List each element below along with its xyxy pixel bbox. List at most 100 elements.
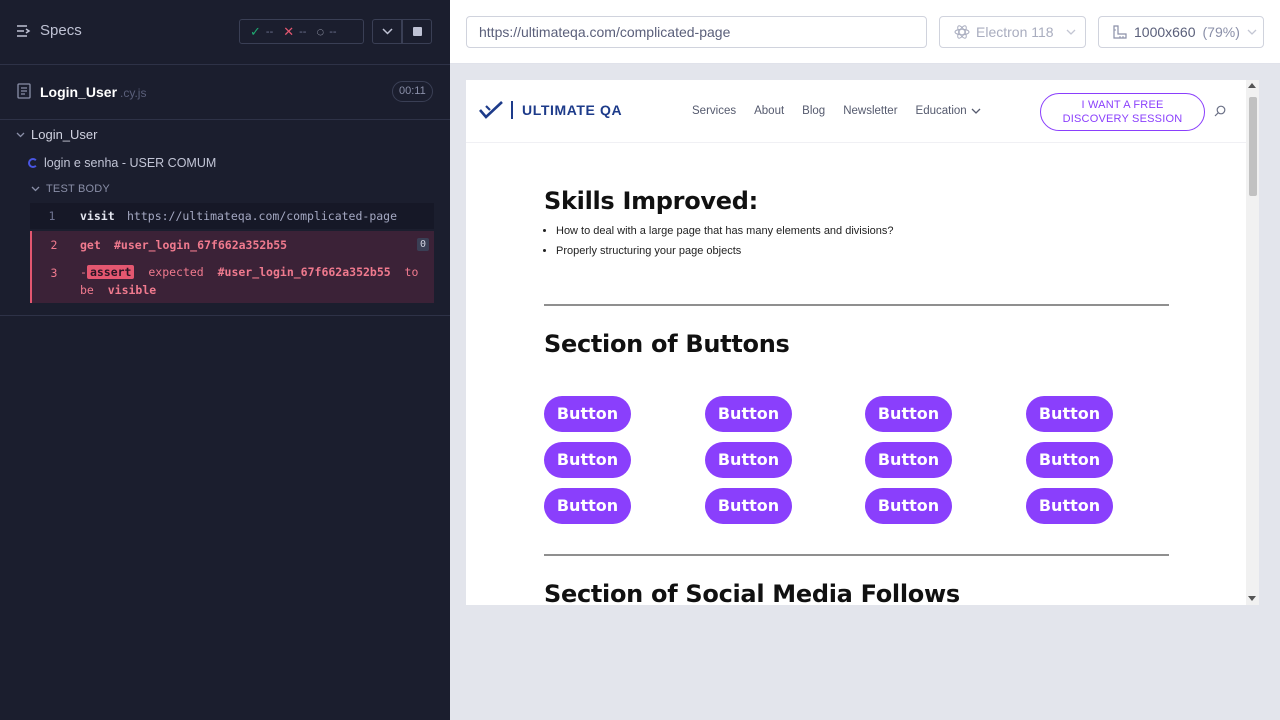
test-body-toggle[interactable]: TEST BODY (31, 183, 110, 195)
expand-button[interactable] (372, 19, 402, 44)
command-assert[interactable]: 3 - assert expected #user_login_67f662a35… (30, 259, 434, 303)
site-logo[interactable]: ULTIMATE QA (478, 100, 622, 120)
nav-blog[interactable]: Blog (802, 105, 825, 117)
x-icon: ✕ (283, 23, 295, 39)
grid-button[interactable]: Button (1026, 442, 1113, 478)
command-get[interactable]: 2 get #user_login_67f662a352b55 0 (30, 231, 434, 259)
browser-name: Electron 118 (976, 24, 1054, 40)
skills-list: How to deal with a large page that has m… (556, 225, 894, 265)
assert-line-1: - assert expected #user_login_67f662a352b… (80, 265, 418, 279)
search-icon[interactable] (1214, 105, 1226, 117)
section-divider (544, 304, 1169, 306)
document-icon (17, 83, 31, 99)
test-body-label: TEST BODY (46, 183, 110, 195)
nav-newsletter[interactable]: Newsletter (843, 105, 897, 117)
cta-line-2: DISCOVERY SESSION (1062, 113, 1183, 125)
list-item: Properly structuring your page objects (556, 245, 894, 257)
grid-button[interactable]: Button (1026, 488, 1113, 524)
zoom-level: (79%) (1202, 24, 1240, 40)
nav-education[interactable]: Education (916, 105, 981, 117)
grid-button[interactable]: Button (544, 488, 631, 524)
aut-toolbar: https://ultimateqa.com/complicated-page … (450, 0, 1280, 64)
chevron-down-icon (971, 108, 981, 114)
command-message: #user_login_67f662a352b55 (114, 238, 288, 252)
grid-button[interactable]: Button (865, 488, 952, 524)
passed-count: -- (265, 25, 274, 38)
electron-icon (954, 25, 970, 39)
skills-heading: Skills Improved: (544, 187, 758, 215)
assert-to: to (404, 265, 419, 279)
social-heading: Section of Social Media Follows (544, 580, 960, 605)
chevron-down-icon (1247, 29, 1257, 35)
duration-badge: 00:11 (392, 81, 433, 102)
grid-button[interactable]: Button (705, 488, 792, 524)
url-bar[interactable]: https://ultimateqa.com/complicated-page (466, 16, 927, 48)
nav-about[interactable]: About (754, 105, 784, 117)
site-nav: Services About Blog Newsletter Education (692, 105, 981, 117)
stop-button[interactable] (402, 19, 432, 44)
command-number: 3 (50, 266, 58, 280)
suite-row[interactable]: Login_User (16, 127, 98, 142)
grid-button[interactable]: Button (1026, 396, 1113, 432)
nav-education-label: Education (915, 105, 967, 117)
command-visit[interactable]: 1 visit https://ultimateqa.com/complicat… (30, 203, 434, 229)
section-divider (544, 554, 1169, 556)
scroll-up-arrow-icon[interactable] (1248, 83, 1256, 88)
checkmark-logo-icon (479, 101, 503, 119)
command-name: visit (80, 209, 115, 223)
test-title: login e senha - USER COMUM (44, 156, 217, 170)
viewport-selector[interactable]: 1000x660 (79%) (1098, 16, 1264, 48)
browser-selector[interactable]: Electron 118 (939, 16, 1086, 48)
list-item: How to deal with a large page that has m… (556, 225, 894, 237)
test-row[interactable]: login e senha - USER COMUM (28, 156, 216, 170)
viewport-size: 1000x660 (1134, 24, 1196, 40)
assert-be: be (80, 283, 94, 297)
assert-expected: expected (148, 265, 204, 279)
nav-services[interactable]: Services (692, 105, 736, 117)
scroll-thumb[interactable] (1249, 97, 1257, 196)
stat-passed: ✓ -- (250, 24, 273, 40)
assert-tag: assert (86, 265, 135, 279)
pending-icon: ◌ (316, 24, 325, 39)
grid-button[interactable]: Button (865, 442, 952, 478)
assert-line-2: be visible (80, 283, 156, 297)
chevron-down-icon (31, 186, 40, 192)
assert-prefix: - (80, 265, 87, 279)
grid-button[interactable]: Button (544, 396, 631, 432)
buttons-heading: Section of Buttons (544, 330, 790, 358)
spec-filename[interactable]: Login_User .cy.js (40, 84, 146, 100)
grid-button[interactable]: Button (705, 396, 792, 432)
divider (0, 315, 450, 316)
aut-scrollbar[interactable] (1246, 80, 1259, 605)
chevron-down-icon (1066, 29, 1076, 35)
grid-button[interactable]: Button (865, 396, 952, 432)
scroll-down-arrow-icon[interactable] (1248, 596, 1256, 601)
spec-name: Login_User (40, 84, 118, 100)
stat-pending: ◌ -- (316, 24, 336, 39)
site-header: ULTIMATE QA Services About Blog Newslett… (466, 80, 1246, 143)
failed-count: -- (299, 25, 307, 38)
specs-button[interactable]: Specs (16, 22, 82, 39)
discovery-session-button[interactable]: I WANT A FREE DISCOVERY SESSION (1040, 93, 1205, 131)
spec-extension: .cy.js (120, 86, 147, 100)
grid-button[interactable]: Button (544, 442, 631, 478)
specs-list-icon (17, 24, 31, 37)
reporter-header: Specs ✓ -- ✕ -- ◌ -- (0, 0, 450, 65)
stop-icon (412, 27, 422, 36)
specs-label: Specs (40, 22, 82, 39)
app-under-test-frame: ULTIMATE QA Services About Blog Newslett… (466, 80, 1259, 605)
element-count-badge: 0 (416, 238, 429, 251)
assert-visible: visible (107, 283, 157, 297)
command-number: 2 (50, 238, 58, 252)
command-name: get (80, 238, 101, 252)
grid-button[interactable]: Button (705, 442, 792, 478)
chevron-down-icon (16, 132, 25, 137)
cta-line-1: I WANT A FREE (1081, 99, 1164, 111)
stats-bar: ✓ -- ✕ -- ◌ -- (239, 19, 364, 44)
stat-failed: ✕ -- (283, 24, 306, 40)
divider (0, 119, 450, 120)
ruler-icon (1113, 24, 1127, 39)
chevron-down-icon (381, 28, 393, 35)
command-message: https://ultimateqa.com/complicated-page (127, 209, 398, 223)
check-icon: ✓ (250, 23, 261, 39)
